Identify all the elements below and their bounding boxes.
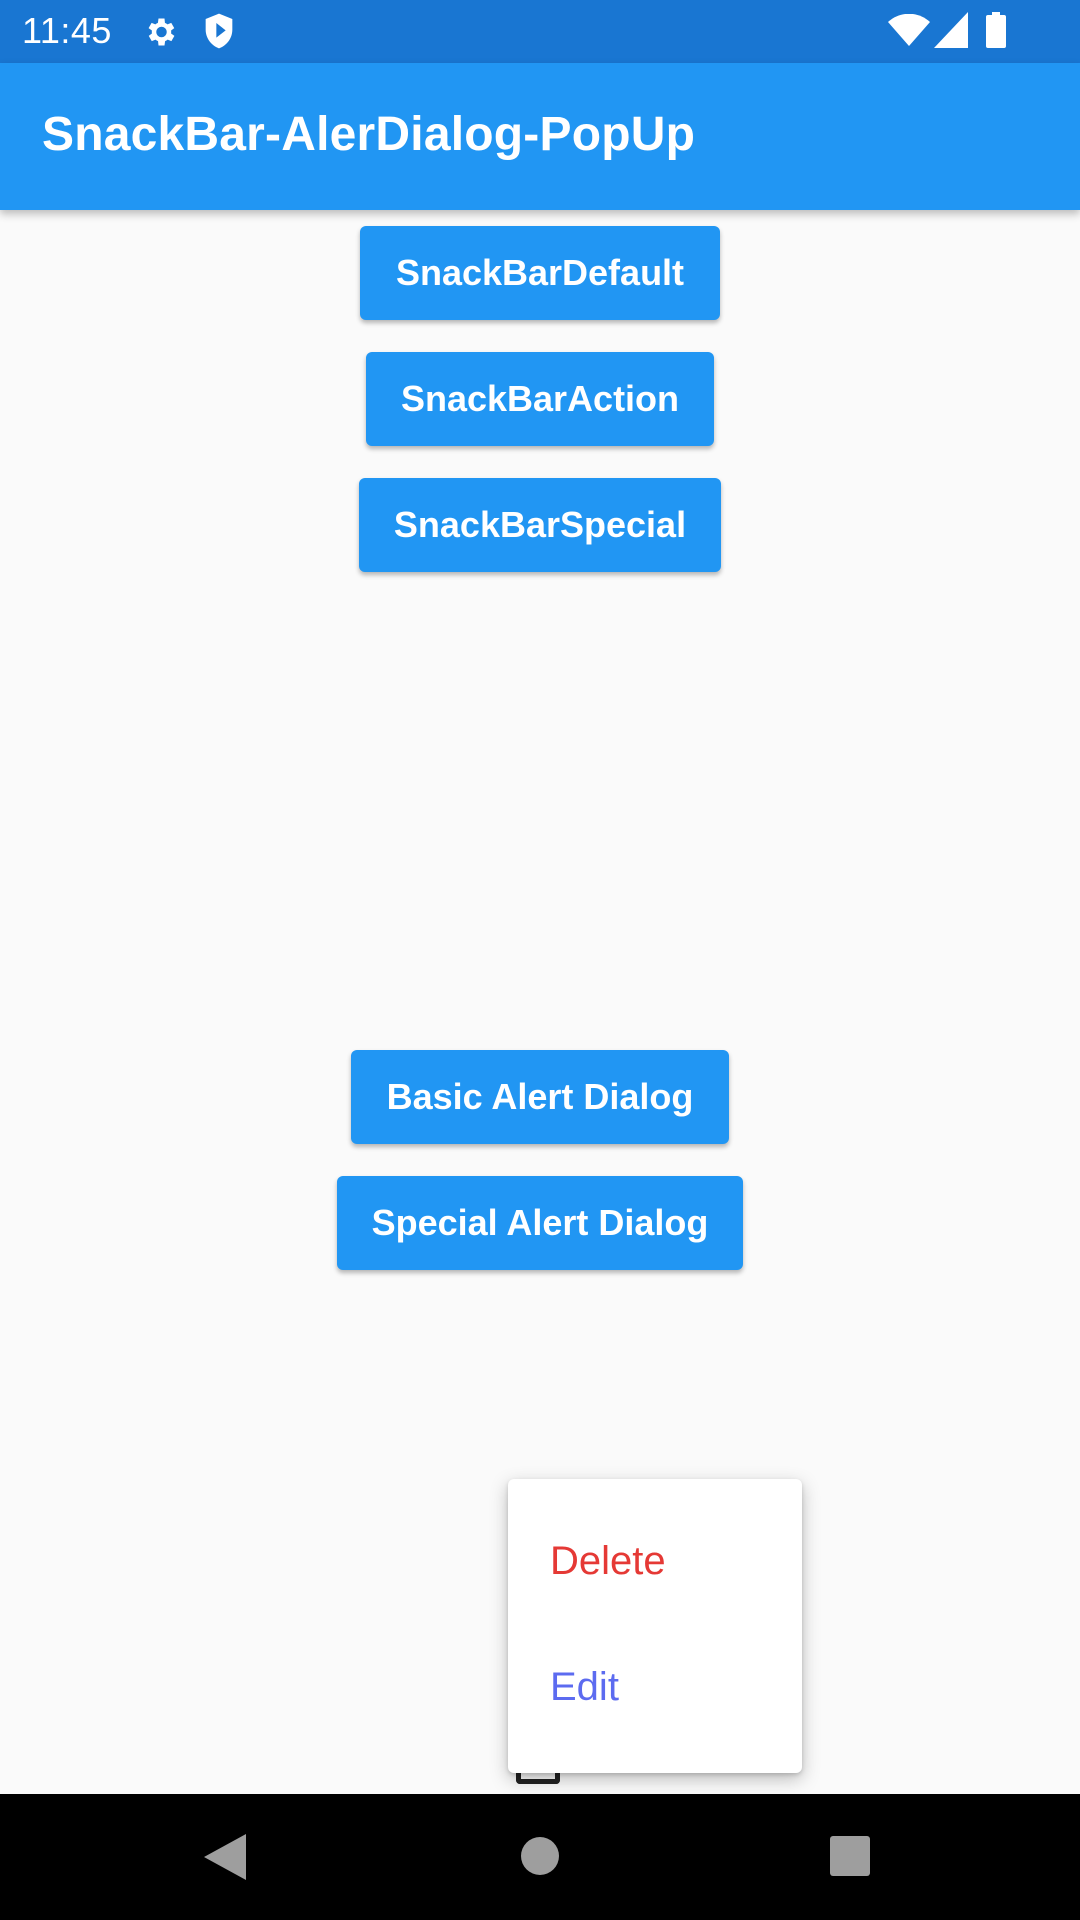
special-alert-dialog-button[interactable]: Special Alert Dialog xyxy=(337,1176,743,1270)
home-icon[interactable] xyxy=(520,1836,560,1881)
status-time: 11:45 xyxy=(22,10,112,51)
app-bar: SnackBar-AlerDialog-PopUp xyxy=(0,63,1080,210)
popup-menu: Delete Edit xyxy=(508,1479,802,1773)
navigation-bar xyxy=(0,1794,1080,1920)
basic-alert-dialog-button[interactable]: Basic Alert Dialog xyxy=(351,1050,729,1144)
snackbar-special-button[interactable]: SnackBarSpecial xyxy=(359,478,721,572)
shield-icon xyxy=(203,12,235,55)
status-bar: 11:45 xyxy=(0,0,1080,63)
back-icon[interactable] xyxy=(204,1834,246,1885)
snackbar-action-button[interactable]: SnackBarAction xyxy=(366,352,714,446)
popup-item-delete[interactable]: Delete xyxy=(550,1539,666,1584)
app-title: SnackBar-AlerDialog-PopUp xyxy=(42,108,696,161)
popup-item-edit[interactable]: Edit xyxy=(550,1665,619,1710)
signal-icon xyxy=(934,12,968,53)
recents-icon[interactable] xyxy=(830,1836,870,1881)
battery-icon xyxy=(985,12,1007,53)
gear-icon xyxy=(142,14,178,55)
wifi-icon xyxy=(888,13,930,51)
snackbar-default-button[interactable]: SnackBarDefault xyxy=(360,226,720,320)
